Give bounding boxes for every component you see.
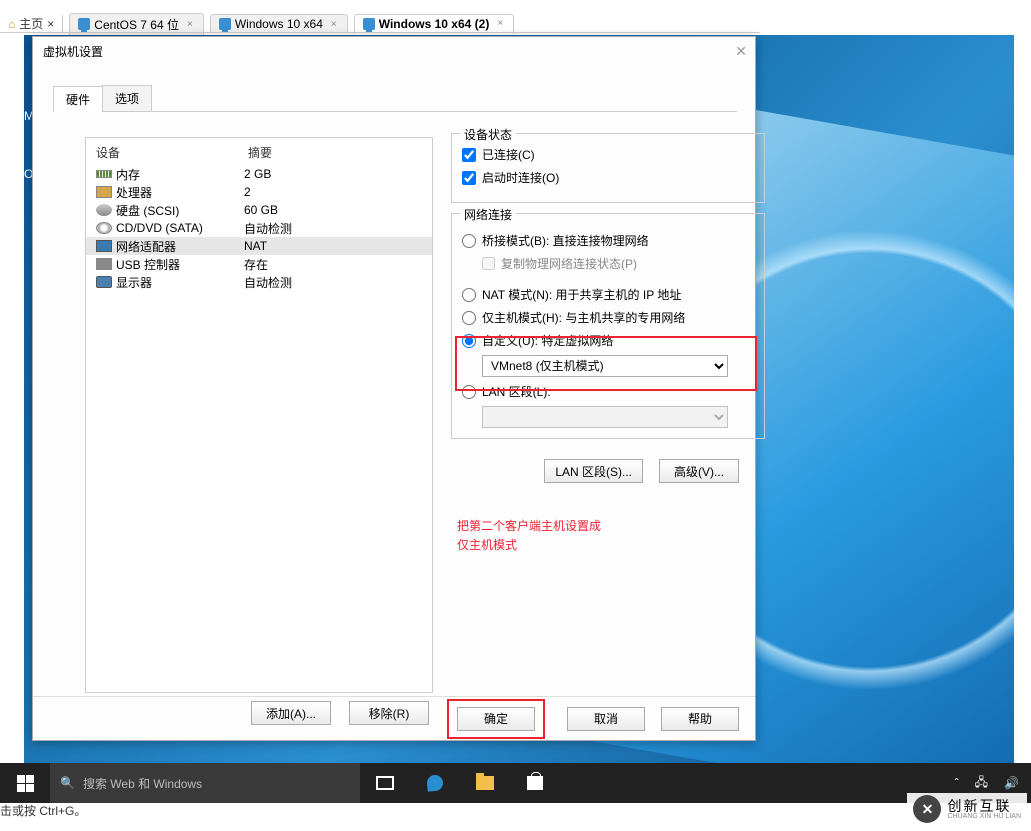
- vm-icon: [363, 18, 375, 30]
- search-placeholder: 搜索 Web 和 Windows: [83, 775, 202, 792]
- edge-icon: [426, 774, 443, 791]
- replicate-checkbox: 复制物理网络连接状态(P): [482, 255, 754, 272]
- vmware-tab-active[interactable]: Windows 10 x64 (2) ×: [354, 14, 514, 34]
- tab-label: CentOS 7 64 位: [94, 16, 179, 33]
- connect-at-poweron-checkbox[interactable]: 启动时连接(O): [462, 169, 754, 186]
- tab-hardware[interactable]: 硬件: [53, 86, 103, 112]
- tab-label: Windows 10 x64 (2): [379, 17, 490, 31]
- usb-icon: [96, 258, 112, 270]
- col-device: 设备: [96, 144, 248, 161]
- annotation-text: 把第二个客户端主机设置成 仅主机模式: [457, 517, 601, 555]
- dialog-tabs: 硬件 选项: [53, 85, 737, 112]
- device-settings-panel: 设备状态 已连接(C) 启动时连接(O) 网络连接 桥接模式(B): 直接连接物…: [451, 133, 765, 449]
- explorer-button[interactable]: [460, 763, 510, 803]
- windows-logo-icon: [17, 775, 34, 792]
- hardware-list-header: 设备 摘要: [86, 138, 432, 165]
- close-icon[interactable]: ×: [331, 19, 337, 30]
- dialog-close-button[interactable]: ✕: [735, 43, 747, 60]
- vm-icon: [78, 18, 90, 30]
- taskview-button[interactable]: [360, 763, 410, 803]
- tab-options[interactable]: 选项: [102, 85, 152, 111]
- dialog-title: 虚拟机设置: [33, 37, 755, 65]
- disk-icon: [96, 204, 112, 216]
- lan-segments-button[interactable]: LAN 区段(S)...: [544, 459, 643, 483]
- connected-checkbox[interactable]: 已连接(C): [462, 146, 754, 163]
- tab-underline: [0, 32, 760, 33]
- dialog-actions: 确定 取消 帮助: [33, 696, 755, 740]
- brand-logo-icon: ✕: [913, 795, 941, 823]
- hw-row-usb[interactable]: USB 控制器 存在: [86, 255, 432, 273]
- vm-icon: [219, 18, 231, 30]
- vmware-tab-bar: ⌂ 主页 × CentOS 7 64 位 × Windows 10 x64 × …: [0, 15, 514, 32]
- hw-row-memory[interactable]: 内存 2 GB: [86, 165, 432, 183]
- radio-custom[interactable]: 自定义(U): 特定虚拟网络: [462, 332, 754, 349]
- display-icon: [96, 276, 112, 288]
- close-icon[interactable]: ×: [497, 18, 503, 29]
- hw-row-cd[interactable]: CD/DVD (SATA) 自动检测: [86, 219, 432, 237]
- radio-hostonly[interactable]: 仅主机模式(H): 与主机共享的专用网络: [462, 309, 754, 326]
- advanced-button[interactable]: 高级(V)...: [659, 459, 739, 483]
- store-button[interactable]: [510, 763, 560, 803]
- tab-label: Windows 10 x64: [235, 17, 323, 31]
- start-button[interactable]: [0, 763, 50, 803]
- close-icon[interactable]: ×: [47, 17, 54, 31]
- cd-icon: [96, 222, 112, 234]
- memory-icon: [96, 170, 112, 178]
- device-state-title: 设备状态: [460, 126, 516, 143]
- taskbar-search[interactable]: 🔍 搜索 Web 和 Windows: [50, 763, 360, 803]
- taskbar-pinned: [360, 763, 560, 803]
- hardware-list: 设备 摘要 内存 2 GB 处理器 2 硬盘 (SCSI) 60 GB CD/D…: [85, 137, 433, 693]
- edge-button[interactable]: [410, 763, 460, 803]
- lan-segment-select: [482, 406, 728, 428]
- tab-home[interactable]: ⌂ 主页 ×: [0, 15, 63, 32]
- network-icon: [96, 240, 112, 252]
- taskbar-tray: ˆ 🖧 🔊: [955, 773, 1031, 794]
- device-state-group: 设备状态 已连接(C) 启动时连接(O): [451, 133, 765, 203]
- cancel-button[interactable]: 取消: [567, 707, 645, 731]
- home-icon: ⌂: [8, 17, 15, 31]
- close-icon[interactable]: ×: [187, 19, 193, 30]
- network-extra-buttons: LAN 区段(S)... 高级(V)...: [544, 459, 739, 483]
- brand-watermark: ✕ 创新互联 CHUANG XIN HU LIAN: [907, 793, 1027, 825]
- network-connection-group: 网络连接 桥接模式(B): 直接连接物理网络 复制物理网络连接状态(P) NAT…: [451, 213, 765, 439]
- cpu-icon: [96, 186, 112, 198]
- windows-taskbar: 🔍 搜索 Web 和 Windows ˆ 🖧 🔊: [0, 763, 1031, 803]
- vmware-tab[interactable]: Windows 10 x64 ×: [210, 14, 348, 33]
- tray-chevron-icon[interactable]: ˆ: [955, 776, 959, 790]
- search-icon: 🔍: [60, 776, 75, 790]
- vmware-status-hint: 击或按 Ctrl+G。: [0, 802, 86, 819]
- radio-bridged[interactable]: 桥接模式(B): 直接连接物理网络: [462, 232, 754, 249]
- taskview-icon: [376, 776, 394, 790]
- hw-row-network[interactable]: 网络适配器 NAT: [86, 237, 432, 255]
- network-connection-title: 网络连接: [460, 206, 516, 223]
- radio-nat[interactable]: NAT 模式(N): 用于共享主机的 IP 地址: [462, 286, 754, 303]
- store-icon: [527, 776, 543, 790]
- hw-row-cpu[interactable]: 处理器 2: [86, 183, 432, 201]
- custom-network-select[interactable]: VMnet8 (仅主机模式): [482, 355, 728, 377]
- col-summary: 摘要: [248, 144, 272, 161]
- lan-segment-select-wrap: [482, 406, 754, 428]
- highlight-ok-button: 确定: [447, 699, 545, 739]
- tray-volume-icon[interactable]: 🔊: [1004, 776, 1019, 790]
- help-button[interactable]: 帮助: [661, 707, 739, 731]
- radio-lan-segment[interactable]: LAN 区段(L):: [462, 383, 754, 400]
- vm-settings-dialog: 虚拟机设置 ✕ 硬件 选项 设备 摘要 内存 2 GB 处理器 2 硬盘 (SC…: [32, 36, 756, 741]
- hw-row-disk[interactable]: 硬盘 (SCSI) 60 GB: [86, 201, 432, 219]
- hw-row-display[interactable]: 显示器 自动检测: [86, 273, 432, 291]
- custom-network-select-wrap: VMnet8 (仅主机模式): [482, 355, 754, 377]
- ok-button[interactable]: 确定: [457, 707, 535, 731]
- tray-network-icon[interactable]: 🖧: [975, 773, 988, 794]
- tab-home-label: 主页: [19, 15, 43, 32]
- folder-icon: [476, 776, 494, 790]
